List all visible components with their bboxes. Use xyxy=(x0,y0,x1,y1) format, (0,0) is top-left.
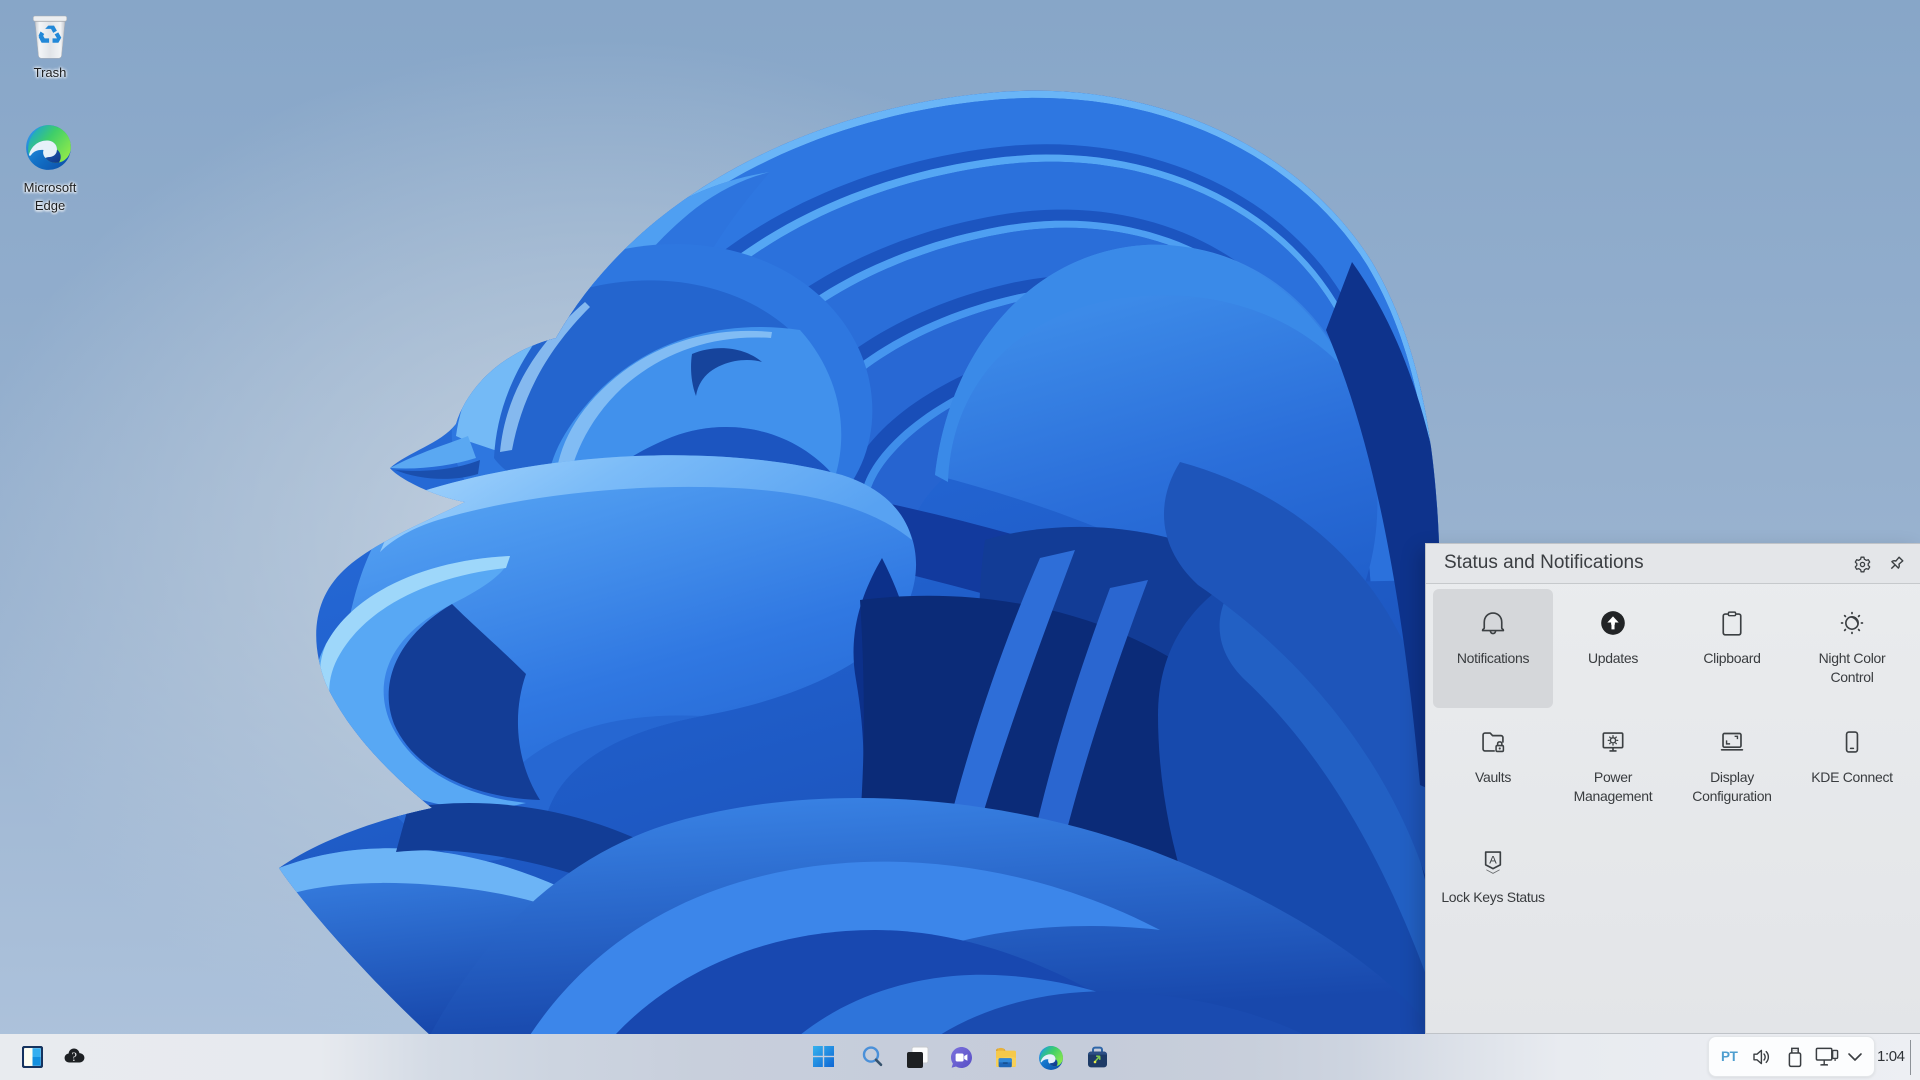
svg-text:?: ? xyxy=(71,1050,77,1064)
svg-text:A: A xyxy=(1489,854,1497,866)
